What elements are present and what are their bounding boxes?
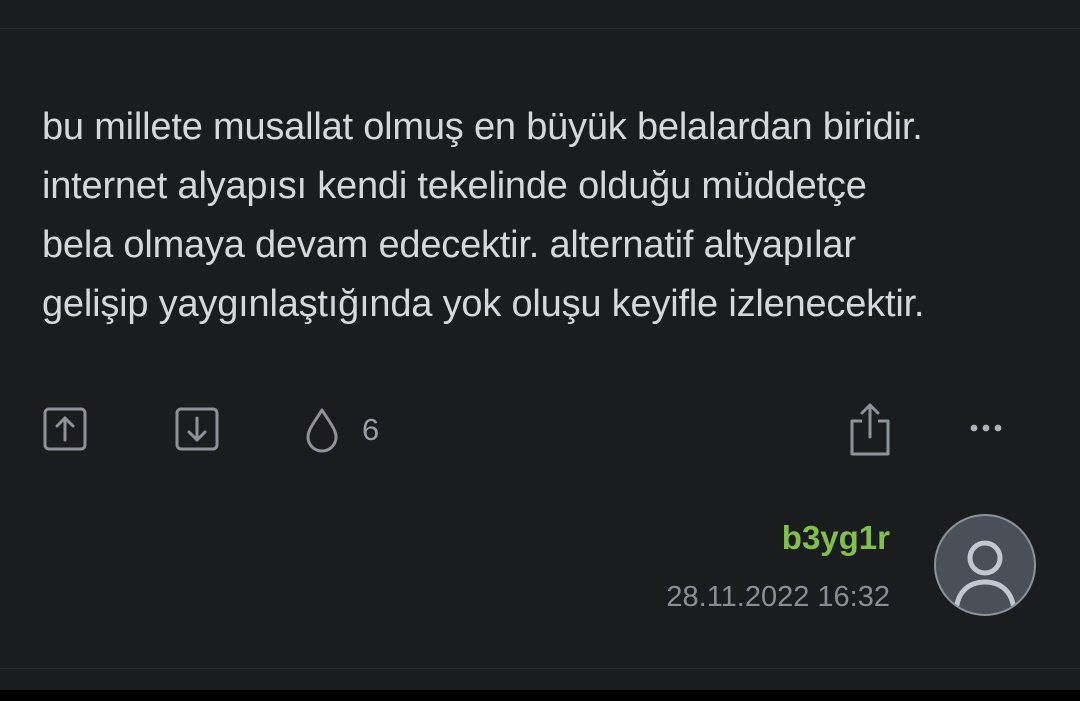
entry-date[interactable]: 28.11.2022 16:32 xyxy=(666,580,890,614)
author-info: b3yg1r 28.11.2022 16:32 xyxy=(666,518,890,614)
arrow-down-square-icon xyxy=(175,407,219,451)
favorite-button[interactable] xyxy=(302,406,342,454)
entry-line: gelişip yaygınlaştığında yok oluşu keyif… xyxy=(42,283,925,325)
user-avatar-icon xyxy=(953,540,1017,614)
author-name-link[interactable]: b3yg1r xyxy=(666,518,890,558)
drop-icon xyxy=(306,408,338,453)
favorite-count: 6 xyxy=(362,412,380,447)
entry-page: bu millete musallat olmuş en büyük belal… xyxy=(0,0,1080,701)
entry-actions xyxy=(0,400,1080,460)
upvote-button[interactable] xyxy=(42,406,88,452)
top-divider xyxy=(0,28,1080,29)
more-button[interactable] xyxy=(964,416,1008,440)
bottom-divider xyxy=(0,668,1080,669)
avatar[interactable] xyxy=(934,514,1036,616)
entry-line: bu millete musallat olmuş en büyük belal… xyxy=(42,106,923,148)
arrow-up-square-icon xyxy=(43,407,87,451)
share-icon xyxy=(850,403,890,456)
entry-line: internet alyapısı kendi tekelinde olduğu… xyxy=(42,165,867,207)
entry-content: bu millete musallat olmuş en büyük belal… xyxy=(42,98,1052,334)
bottom-bar xyxy=(0,690,1080,701)
downvote-button[interactable] xyxy=(174,406,220,452)
entry-line: bela olmaya devam edecektir. alternatif … xyxy=(42,224,856,266)
more-horizontal-icon xyxy=(970,424,1002,432)
share-button[interactable] xyxy=(846,400,894,458)
